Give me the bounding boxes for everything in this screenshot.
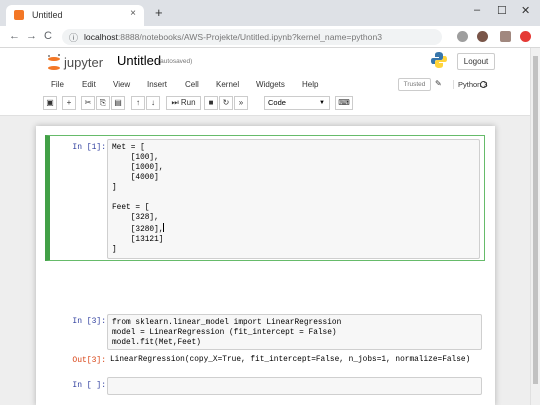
extension-icon[interactable]	[477, 31, 488, 42]
kernel-idle-icon	[480, 81, 487, 88]
new-tab-button[interactable]: +	[155, 6, 163, 19]
logout-button[interactable]: Logout	[457, 53, 495, 70]
keyboard-icon[interactable]: ⌨	[335, 96, 353, 110]
scrollbar[interactable]	[530, 48, 540, 405]
extension-icon[interactable]	[457, 31, 468, 42]
code-editor[interactable]	[107, 377, 482, 395]
code-editor[interactable]: from sklearn.linear_model import LinearR…	[107, 314, 482, 350]
scrollbar-thumb[interactable]	[533, 56, 538, 384]
stop-icon[interactable]: ■	[204, 96, 218, 110]
info-icon[interactable]: ⓘ	[69, 31, 78, 44]
address-bar: ← → C ⓘ localhost:8888/notebooks/AWS-Pro…	[0, 26, 540, 48]
jupyter-logo-icon[interactable]: jupyter	[46, 53, 116, 73]
input-prompt: In [ ]:	[72, 381, 106, 390]
output-area: Out[3]: LinearRegression(copy_X=True, fi…	[46, 356, 484, 370]
menu-insert[interactable]: Insert	[147, 80, 167, 89]
extension-icon[interactable]	[520, 31, 531, 42]
notebook-title[interactable]: Untitled	[117, 53, 161, 68]
code-cell[interactable]: In [3]: from sklearn.linear_model import…	[46, 314, 484, 354]
close-window-button[interactable]: ✕	[521, 4, 530, 17]
browser-tab-strip: Untitled × + – ☐ ✕	[0, 0, 540, 26]
code-editor[interactable]: Met = [ [100], [1000], [4000] ] Feet = […	[107, 139, 480, 259]
minimize-button[interactable]: –	[474, 4, 480, 16]
menu-view[interactable]: View	[113, 80, 130, 89]
add-cell-icon[interactable]: +	[62, 96, 76, 110]
menu-help[interactable]: Help	[302, 80, 318, 89]
autosave-status: (autosaved)	[158, 58, 193, 65]
avatar[interactable]	[500, 31, 511, 42]
cell-type-value: Code	[268, 98, 286, 107]
copy-icon[interactable]: ⎘	[96, 96, 110, 110]
pencil-icon[interactable]: ✎	[435, 79, 442, 88]
input-prompt: In [3]:	[72, 317, 106, 326]
cut-icon[interactable]: ✂	[81, 96, 95, 110]
output-prompt: Out[3]:	[72, 356, 106, 365]
move-down-icon[interactable]: ↓	[146, 96, 160, 110]
notebook-container: In [1]: Met = [ [100], [1000], [4000] ] …	[36, 126, 495, 405]
notebook-page: jupyter Untitled (autosaved) Logout File…	[0, 48, 530, 405]
output-text: LinearRegression(copy_X=True, fit_interc…	[110, 356, 471, 364]
menu-file[interactable]: File	[51, 80, 64, 89]
menu-widgets[interactable]: Widgets	[256, 80, 285, 89]
save-icon[interactable]: ▣	[43, 96, 57, 110]
tab-title: Untitled	[32, 10, 63, 20]
move-up-icon[interactable]: ↑	[131, 96, 145, 110]
url-input[interactable]: ⓘ localhost:8888/notebooks/AWS-Projekte/…	[62, 29, 442, 45]
run-button[interactable]: ⏭ Run	[166, 96, 201, 110]
jupyter-favicon-icon	[14, 10, 24, 20]
restart-run-all-icon[interactable]: »	[234, 96, 248, 110]
run-label: Run	[180, 98, 196, 107]
browser-tab[interactable]: Untitled ×	[6, 5, 144, 26]
code-cell[interactable]: In [ ]:	[46, 377, 484, 395]
restart-icon[interactable]: ↻	[219, 96, 233, 110]
code-cell[interactable]: In [1]: Met = [ [100], [1000], [4000] ] …	[45, 135, 485, 261]
cell-type-select[interactable]: Code ▼	[264, 96, 330, 110]
menu-cell[interactable]: Cell	[185, 80, 199, 89]
url-text: localhost:8888/notebooks/AWS-Projekte/Un…	[84, 32, 383, 42]
jupyter-header: jupyter Untitled (autosaved) Logout File…	[0, 48, 530, 116]
reload-icon[interactable]: C	[44, 30, 52, 42]
forward-arrow-icon[interactable]: →	[26, 30, 37, 42]
text-cursor	[163, 223, 165, 232]
input-prompt: In [1]:	[72, 143, 106, 152]
trusted-badge[interactable]: Trusted	[398, 78, 431, 91]
back-arrow-icon[interactable]: ←	[9, 30, 20, 42]
menu-edit[interactable]: Edit	[82, 80, 96, 89]
tab-close-icon[interactable]: ×	[130, 8, 136, 19]
python-logo-icon	[431, 52, 447, 68]
maximize-button[interactable]: ☐	[497, 4, 507, 17]
menu-kernel[interactable]: Kernel	[216, 80, 239, 89]
logo-text: jupyter	[63, 55, 104, 70]
menubar: File Edit View Insert Cell Kernel Widget…	[43, 77, 492, 92]
chevron-down-icon: ▼	[319, 100, 325, 106]
code-text: from sklearn.linear_model import LinearR…	[112, 319, 342, 347]
paste-icon[interactable]: ▤	[111, 96, 125, 110]
play-icon: ⏭	[171, 98, 181, 107]
code-text: Met = [ [100], [1000], [4000] ] Feet = […	[112, 144, 165, 254]
